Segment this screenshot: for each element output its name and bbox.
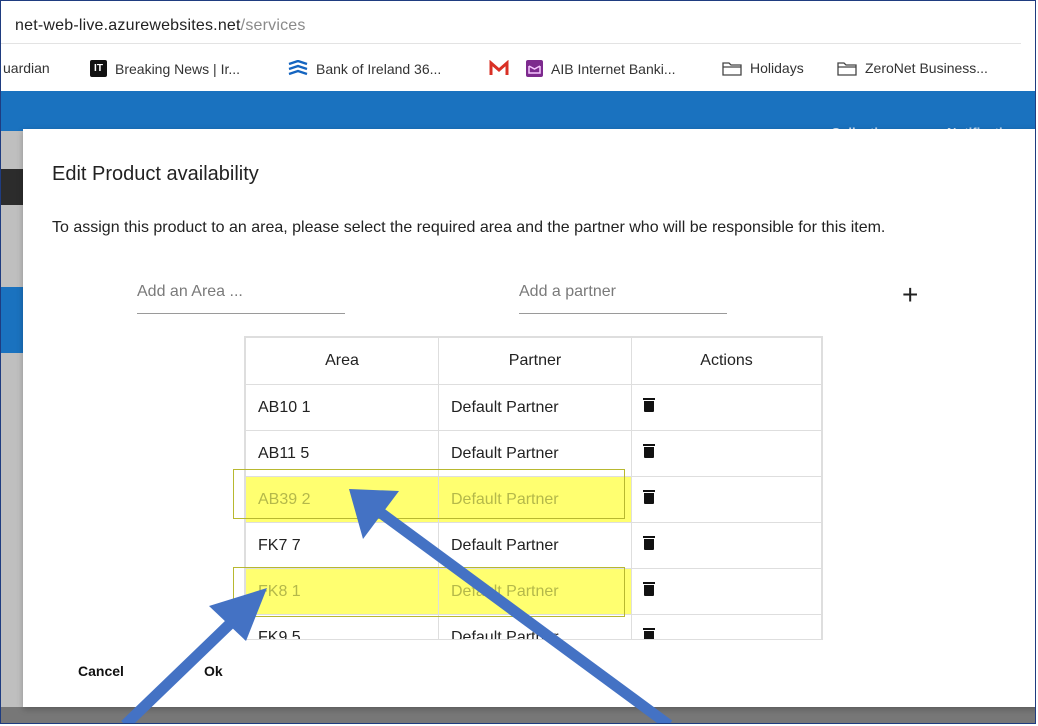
annotation-arrow-line [121, 615, 239, 723]
annotation-arrows [121, 489, 673, 723]
annotation-arrow-line [377, 508, 673, 723]
screenshot-frame: net-web-live.azurewebsites.net/services … [0, 0, 1036, 724]
